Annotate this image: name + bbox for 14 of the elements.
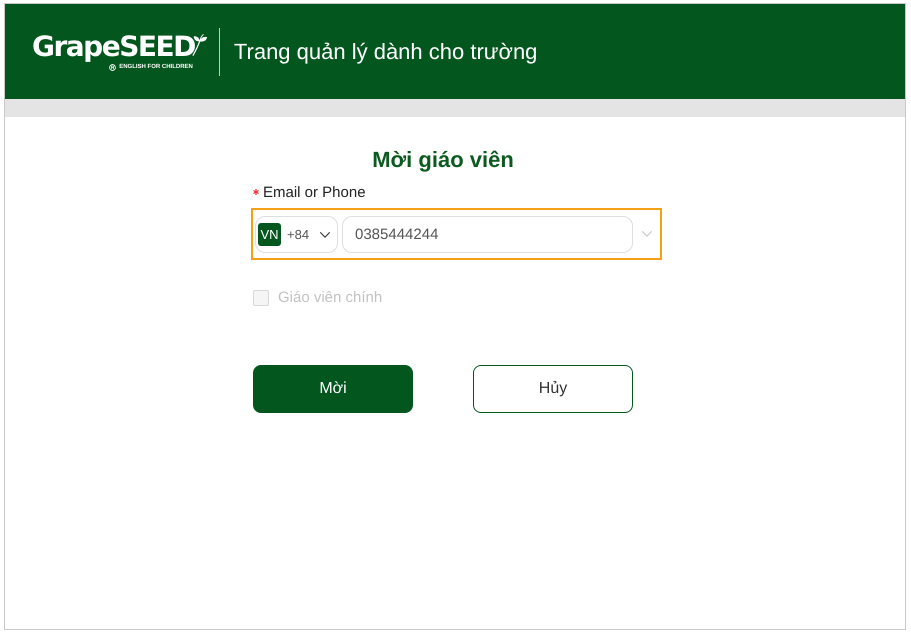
dial-code: +84 [287, 226, 310, 244]
field-label: Email or Phone [263, 183, 366, 203]
country-badge: VN [258, 223, 281, 246]
cancel-button[interactable]: Hủy [473, 365, 633, 413]
chevron-down-icon [642, 231, 652, 237]
invite-button[interactable]: Mời [253, 365, 413, 413]
form-title: Mời giáo viên [372, 146, 514, 174]
phone-input[interactable]: 0385444244 [342, 216, 633, 253]
checkbox-label: Giáo viên chính [278, 288, 382, 308]
header-title: Trang quản lý dành cho trường [234, 38, 538, 66]
logo-wordmark: GrapeSEED [32, 32, 195, 62]
registered-mark-icon [109, 64, 116, 70]
chevron-down-icon [320, 232, 330, 238]
country-select[interactable]: VN +84 [255, 216, 338, 253]
